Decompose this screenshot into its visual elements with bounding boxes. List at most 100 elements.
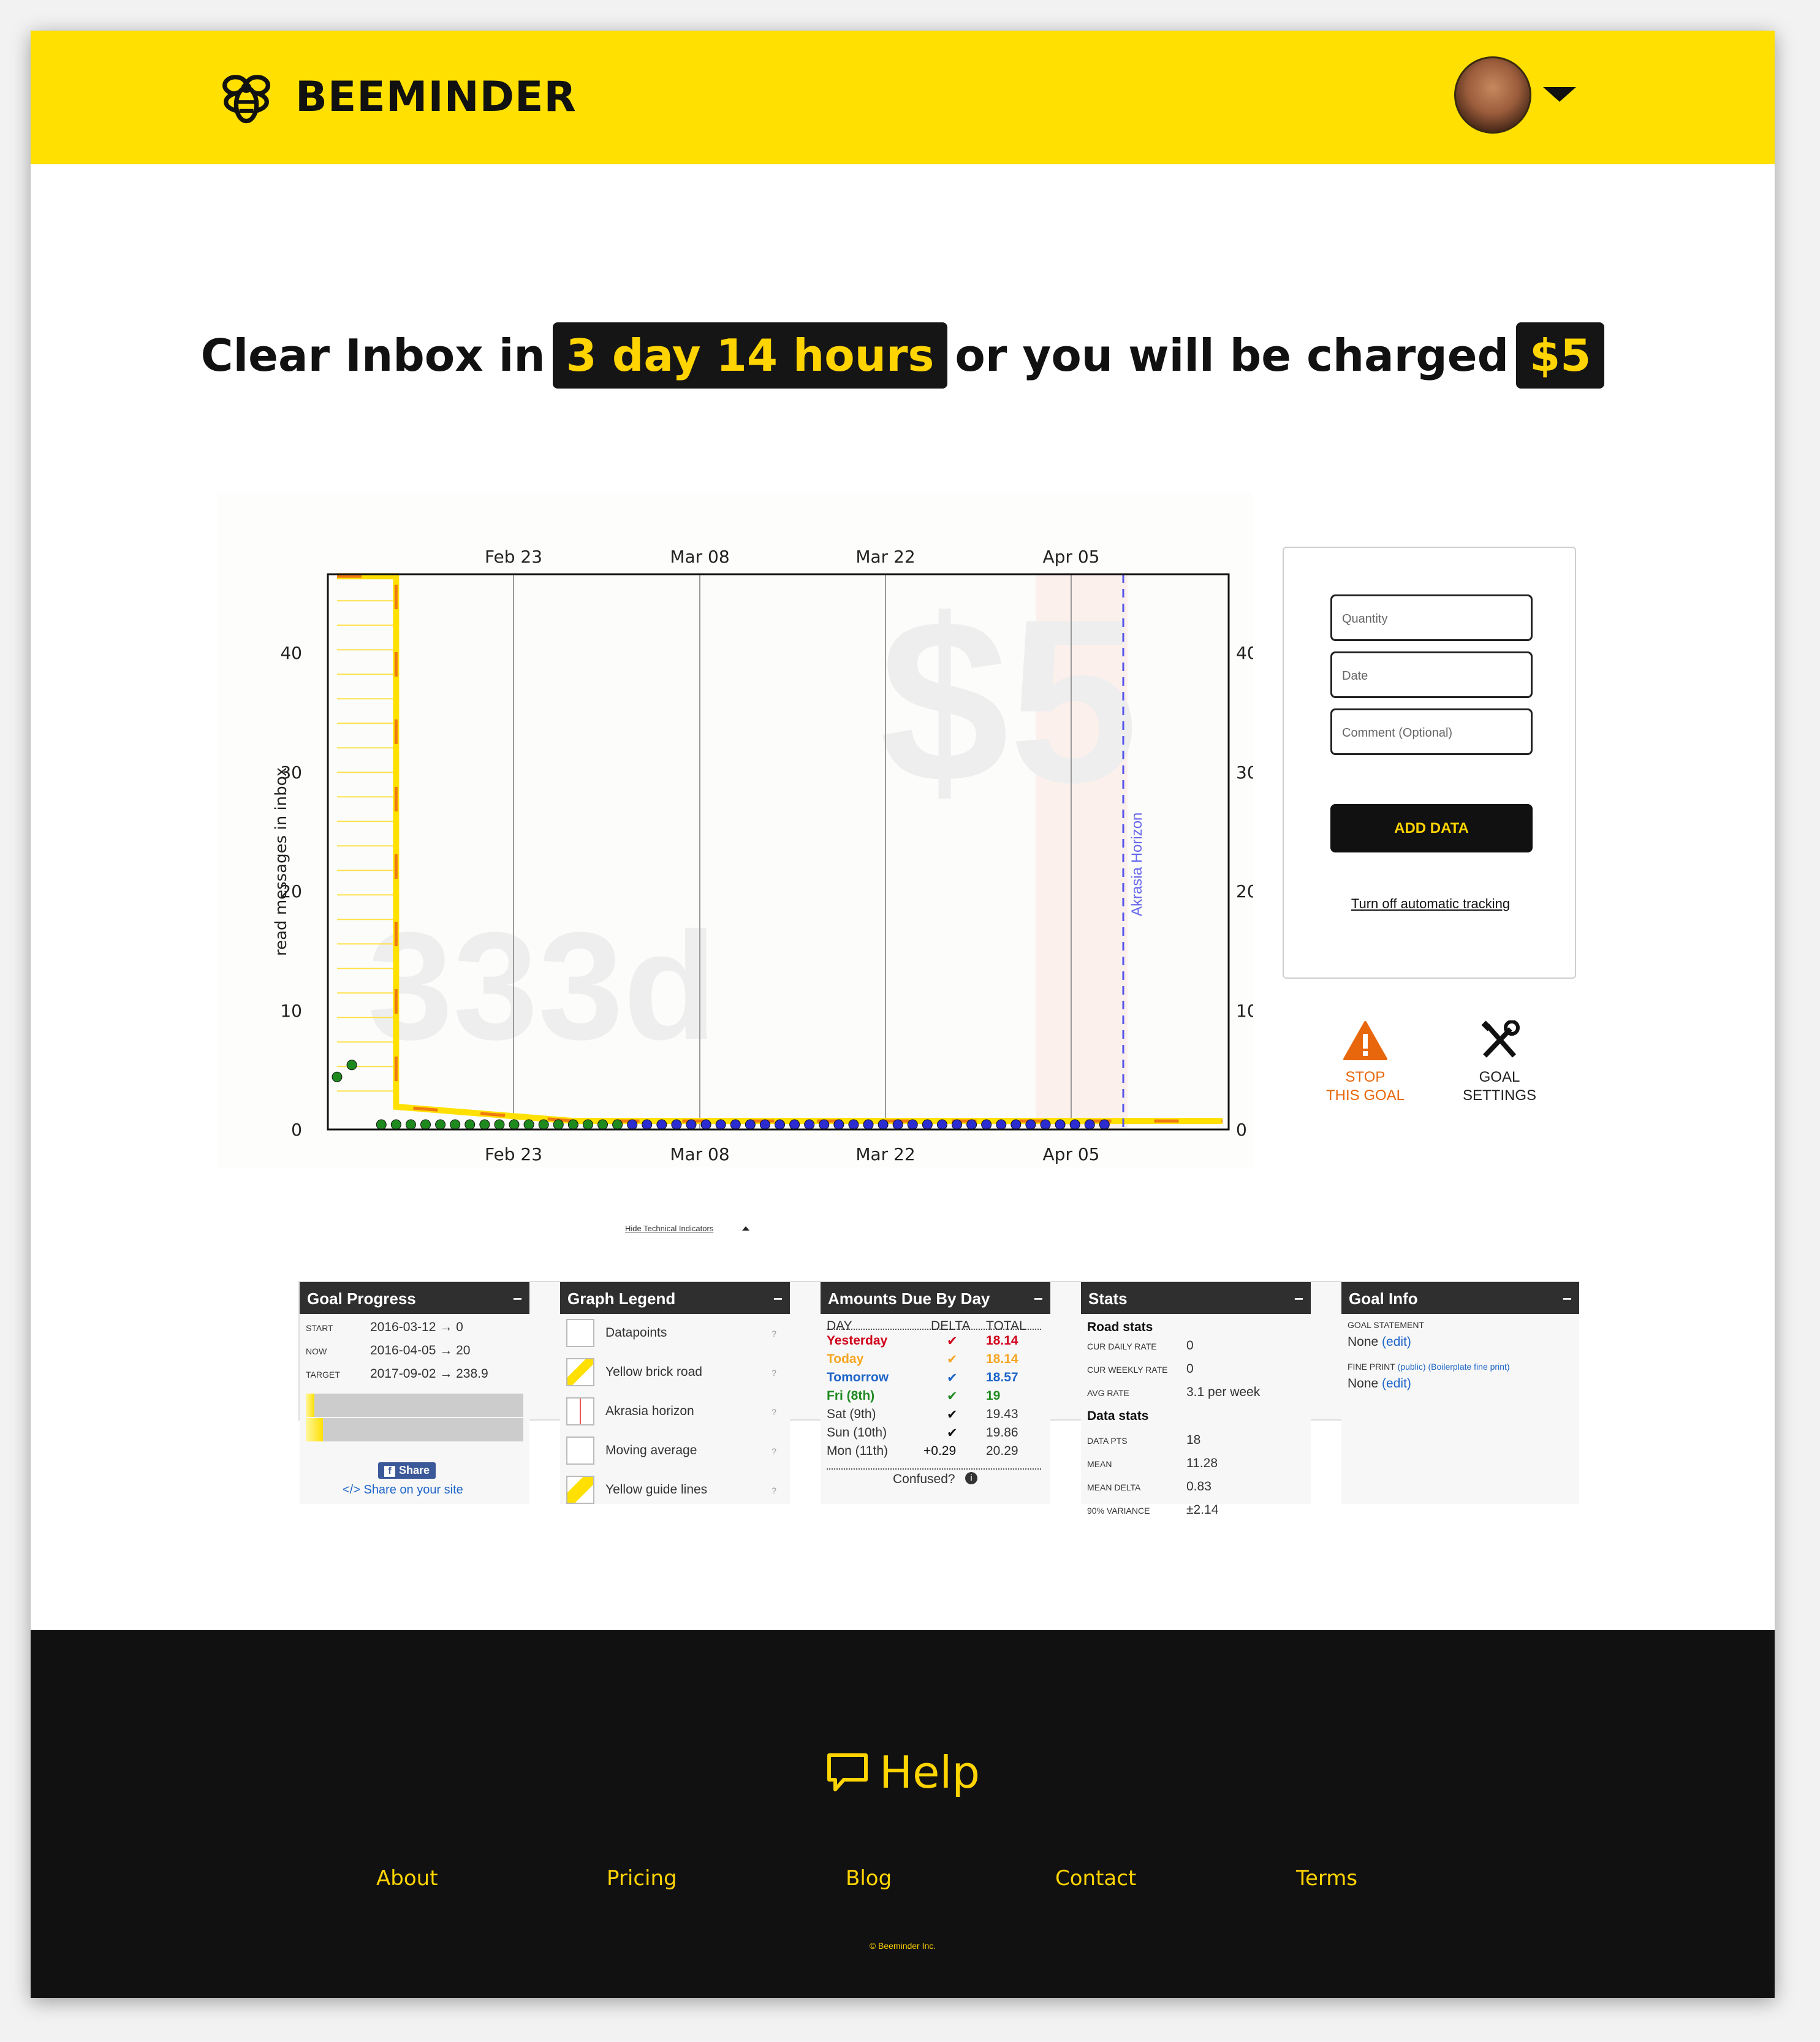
datapoint bbox=[405, 1119, 416, 1130]
data-stat-row: DATA PTS 18 bbox=[1087, 1433, 1200, 1448]
footer-link-about[interactable]: About bbox=[376, 1866, 438, 1891]
footer-link-terms[interactable]: Terms bbox=[1296, 1866, 1357, 1891]
col-delta: DELTA bbox=[931, 1319, 971, 1333]
y-tick-right: 20 bbox=[1236, 881, 1253, 901]
comment-field[interactable]: Comment (Optional) bbox=[1330, 708, 1533, 755]
datapoint bbox=[789, 1119, 800, 1130]
stat-label: MEAN bbox=[1087, 1459, 1112, 1469]
datapoint bbox=[450, 1119, 461, 1130]
hide-technical-indicators-link[interactable]: Hide Technical Indicators bbox=[625, 1224, 713, 1233]
guide-lines-icon bbox=[566, 1476, 594, 1504]
goal-statement-value: None bbox=[1348, 1335, 1379, 1349]
stop-line-1: STOP bbox=[1345, 1069, 1386, 1085]
brand[interactable]: BEEMINDER bbox=[214, 65, 577, 129]
footer-link-contact[interactable]: Contact bbox=[1055, 1866, 1136, 1891]
confused-row[interactable]: Confused? i bbox=[827, 1468, 1041, 1486]
legend-label: Yellow brick road bbox=[605, 1365, 702, 1379]
datapoint bbox=[435, 1119, 446, 1130]
due-day: Mon (11th) bbox=[827, 1444, 888, 1458]
panel-title: Amounts Due By Day bbox=[828, 1289, 990, 1308]
caret-down-icon[interactable] bbox=[1543, 87, 1576, 102]
turn-off-tracking-link[interactable]: Turn off automatic tracking bbox=[1284, 896, 1577, 912]
caret-up-icon[interactable] bbox=[742, 1226, 749, 1231]
goal-progress-panel: Goal Progress − START 2016-03-12 → 0 NOW 20… bbox=[300, 1282, 529, 1504]
help-label: Help bbox=[879, 1747, 980, 1798]
help-question-icon[interactable]: ? bbox=[772, 1486, 776, 1495]
y-tick-right: 10 bbox=[1236, 1001, 1253, 1021]
warning-icon bbox=[1343, 1021, 1387, 1060]
progress-value: 2017-09-02 → 238.9 bbox=[370, 1367, 488, 1381]
headline-middle: or you will be charged bbox=[955, 330, 1509, 381]
boilerplate-link[interactable]: (Boilerplate fine print) bbox=[1428, 1362, 1509, 1372]
legend-label: Yellow guide lines bbox=[605, 1482, 708, 1497]
datapoint bbox=[996, 1119, 1007, 1130]
help-question-icon[interactable]: ? bbox=[772, 1407, 776, 1417]
help-question-icon[interactable]: ? bbox=[772, 1368, 776, 1378]
add-data-button[interactable]: ADD DATA bbox=[1330, 804, 1533, 852]
fine-print-label: FINE PRINT bbox=[1348, 1362, 1395, 1372]
goal-graph[interactable]: $5 333d Akrasia Horizon 40 30 20 10 0 40… bbox=[218, 493, 1253, 1167]
settings-line-1: GOAL bbox=[1479, 1069, 1520, 1085]
goal-settings-button[interactable]: GOAL SETTINGS bbox=[1438, 1020, 1561, 1105]
edit-fine-print-link[interactable]: (edit) bbox=[1382, 1376, 1411, 1391]
facebook-share-button[interactable]: f Share bbox=[378, 1462, 436, 1479]
x-tick-top: Mar 22 bbox=[855, 547, 915, 567]
due-delta: ✔ bbox=[947, 1426, 958, 1440]
akrasia-horizon-icon bbox=[566, 1397, 594, 1425]
x-tick-bottom: Mar 08 bbox=[670, 1144, 729, 1164]
datapoint bbox=[759, 1119, 770, 1130]
x-tick-bottom: Feb 23 bbox=[485, 1144, 542, 1164]
datapoint bbox=[819, 1119, 830, 1130]
collapse-icon[interactable]: − bbox=[773, 1289, 783, 1308]
datapoint bbox=[700, 1119, 711, 1130]
time-remaining-chip: 3 day 14 hours bbox=[552, 322, 948, 389]
quantity-field[interactable]: Quantity bbox=[1330, 594, 1533, 641]
user-avatar[interactable] bbox=[1454, 56, 1531, 134]
collapse-icon[interactable]: − bbox=[1294, 1289, 1303, 1308]
datapoint bbox=[671, 1119, 682, 1130]
goal-headline: Clear Inbox in 3 day 14 hours or you wil… bbox=[31, 322, 1775, 389]
due-total: 19.86 bbox=[986, 1425, 1018, 1440]
fine-print-public-link[interactable]: (public) bbox=[1398, 1362, 1426, 1372]
legend-item[interactable]: Yellow brick road bbox=[566, 1358, 702, 1386]
edit-statement-link[interactable]: (edit) bbox=[1382, 1335, 1411, 1349]
datapoint bbox=[730, 1119, 741, 1130]
date-field[interactable]: Date bbox=[1330, 651, 1533, 698]
datapoint bbox=[715, 1119, 726, 1130]
footer-link-blog[interactable]: Blog bbox=[846, 1866, 892, 1891]
stat-label: CUR WEEKLY RATE bbox=[1087, 1365, 1168, 1375]
stop-goal-button[interactable]: STOP THIS GOAL bbox=[1304, 1020, 1427, 1105]
legend-item[interactable]: Moving average bbox=[566, 1437, 697, 1465]
stat-value: 3.1 per week bbox=[1186, 1385, 1261, 1399]
legend-item[interactable]: Akrasia horizon bbox=[566, 1397, 694, 1425]
legend-item[interactable]: Yellow guide lines bbox=[566, 1476, 707, 1504]
footer-link-pricing[interactable]: Pricing bbox=[607, 1866, 677, 1891]
panel-title: Stats bbox=[1088, 1289, 1128, 1308]
stat-value: ±2.14 bbox=[1186, 1503, 1219, 1517]
confused-link[interactable]: Confused? bbox=[893, 1472, 955, 1487]
datapoint bbox=[1069, 1119, 1080, 1130]
legend-label: Akrasia horizon bbox=[605, 1404, 694, 1418]
help-link[interactable]: Help bbox=[31, 1747, 1775, 1798]
datapoint bbox=[376, 1119, 387, 1130]
help-question-icon[interactable]: ? bbox=[772, 1329, 776, 1338]
bee-logo-icon bbox=[222, 75, 270, 124]
footer: Help About Pricing Blog Contact Terms © … bbox=[31, 1630, 1775, 1998]
collapse-icon[interactable]: − bbox=[513, 1289, 522, 1308]
stat-value: 18 bbox=[1186, 1433, 1201, 1447]
datapoint bbox=[1025, 1119, 1036, 1130]
due-delta: +0.29 bbox=[923, 1444, 957, 1458]
datapoint bbox=[420, 1119, 431, 1130]
share-on-site-link[interactable]: </> Share on your site bbox=[343, 1483, 463, 1497]
progress-label: TARGET bbox=[306, 1370, 340, 1380]
collapse-icon[interactable]: − bbox=[1034, 1289, 1043, 1308]
collapse-icon[interactable]: − bbox=[1563, 1289, 1572, 1308]
stat-label: AVG RATE bbox=[1087, 1388, 1129, 1398]
progress-bar bbox=[306, 1394, 523, 1417]
help-question-icon[interactable]: ? bbox=[772, 1446, 776, 1456]
amounts-due-panel: Amounts Due By Day − DAY DELTA TOTAL Yest… bbox=[821, 1282, 1050, 1504]
legend-item[interactable]: Datapoints bbox=[566, 1319, 667, 1347]
due-total: 18.57 bbox=[986, 1370, 1018, 1384]
datapoint bbox=[346, 1060, 357, 1071]
due-total: 20.29 bbox=[986, 1444, 1018, 1458]
